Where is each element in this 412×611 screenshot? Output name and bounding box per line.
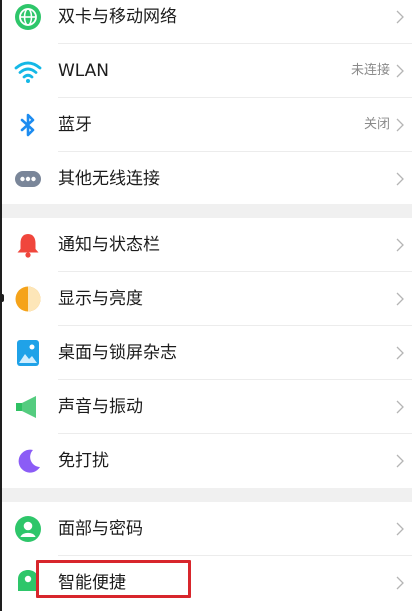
settings-item-label: 蓝牙 <box>58 115 92 135</box>
settings-item-label: 免打扰 <box>58 451 109 471</box>
more-connections-icon <box>14 165 42 193</box>
settings-item-bluetooth[interactable]: 蓝牙 关闭 <box>2 98 412 152</box>
brightness-icon <box>14 285 42 313</box>
bluetooth-icon <box>14 111 42 139</box>
settings-item-notifications[interactable]: 通知与状态栏 <box>2 218 412 272</box>
globe-icon <box>14 3 42 31</box>
settings-item-other-wireless[interactable]: 其他无线连接 <box>2 152 412 206</box>
speaker-icon <box>14 393 42 421</box>
face-icon <box>14 515 42 543</box>
section-gap <box>2 488 412 502</box>
settings-item-dual-sim[interactable]: 双卡与移动网络 <box>2 0 412 44</box>
chevron-right-icon <box>396 118 404 132</box>
wifi-icon <box>14 57 42 85</box>
chevron-right-icon <box>396 64 404 78</box>
settings-item-label: 声音与振动 <box>58 397 143 417</box>
connectivity-group: 双卡与移动网络 WLAN 未连接 蓝牙 关闭 其他无线连接 <box>2 0 412 204</box>
highlight-box <box>36 560 191 598</box>
chevron-right-icon <box>396 346 404 360</box>
chevron-right-icon <box>396 10 404 24</box>
chevron-right-icon <box>396 454 404 468</box>
edge-marker <box>2 294 4 302</box>
bluetooth-status: 关闭 <box>363 117 390 132</box>
wallpaper-icon <box>14 339 42 367</box>
settings-item-do-not-disturb[interactable]: 免打扰 <box>2 434 412 488</box>
settings-item-label: 其他无线连接 <box>58 169 160 189</box>
chevron-right-icon <box>396 576 404 590</box>
settings-item-face-password[interactable]: 面部与密码 <box>2 502 412 556</box>
settings-item-label: 通知与状态栏 <box>58 235 160 255</box>
display-sound-group: 通知与状态栏 显示与亮度 桌面与锁屏杂志 声音与振动 免打扰 <box>2 218 412 488</box>
chevron-right-icon <box>396 292 404 306</box>
settings-item-display[interactable]: 显示与亮度 <box>2 272 412 326</box>
settings-item-wlan[interactable]: WLAN 未连接 <box>2 44 412 98</box>
moon-icon <box>14 447 42 475</box>
settings-item-label: 双卡与移动网络 <box>58 7 177 27</box>
settings-item-label: 面部与密码 <box>58 519 143 539</box>
settings-item-sound[interactable]: 声音与振动 <box>2 380 412 434</box>
settings-item-label: 桌面与锁屏杂志 <box>58 343 177 363</box>
section-gap <box>2 204 412 218</box>
chevron-right-icon <box>396 522 404 536</box>
settings-screen: { "groups": [ { "items": [ {"label": "双卡… <box>0 0 412 611</box>
wlan-status: 未连接 <box>350 63 390 78</box>
settings-item-label: 显示与亮度 <box>58 289 143 309</box>
settings-item-label: WLAN <box>58 61 110 81</box>
settings-item-wallpaper[interactable]: 桌面与锁屏杂志 <box>2 326 412 380</box>
bell-icon <box>14 231 42 259</box>
chevron-right-icon <box>396 238 404 252</box>
chevron-right-icon <box>396 172 404 186</box>
chevron-right-icon <box>396 400 404 414</box>
